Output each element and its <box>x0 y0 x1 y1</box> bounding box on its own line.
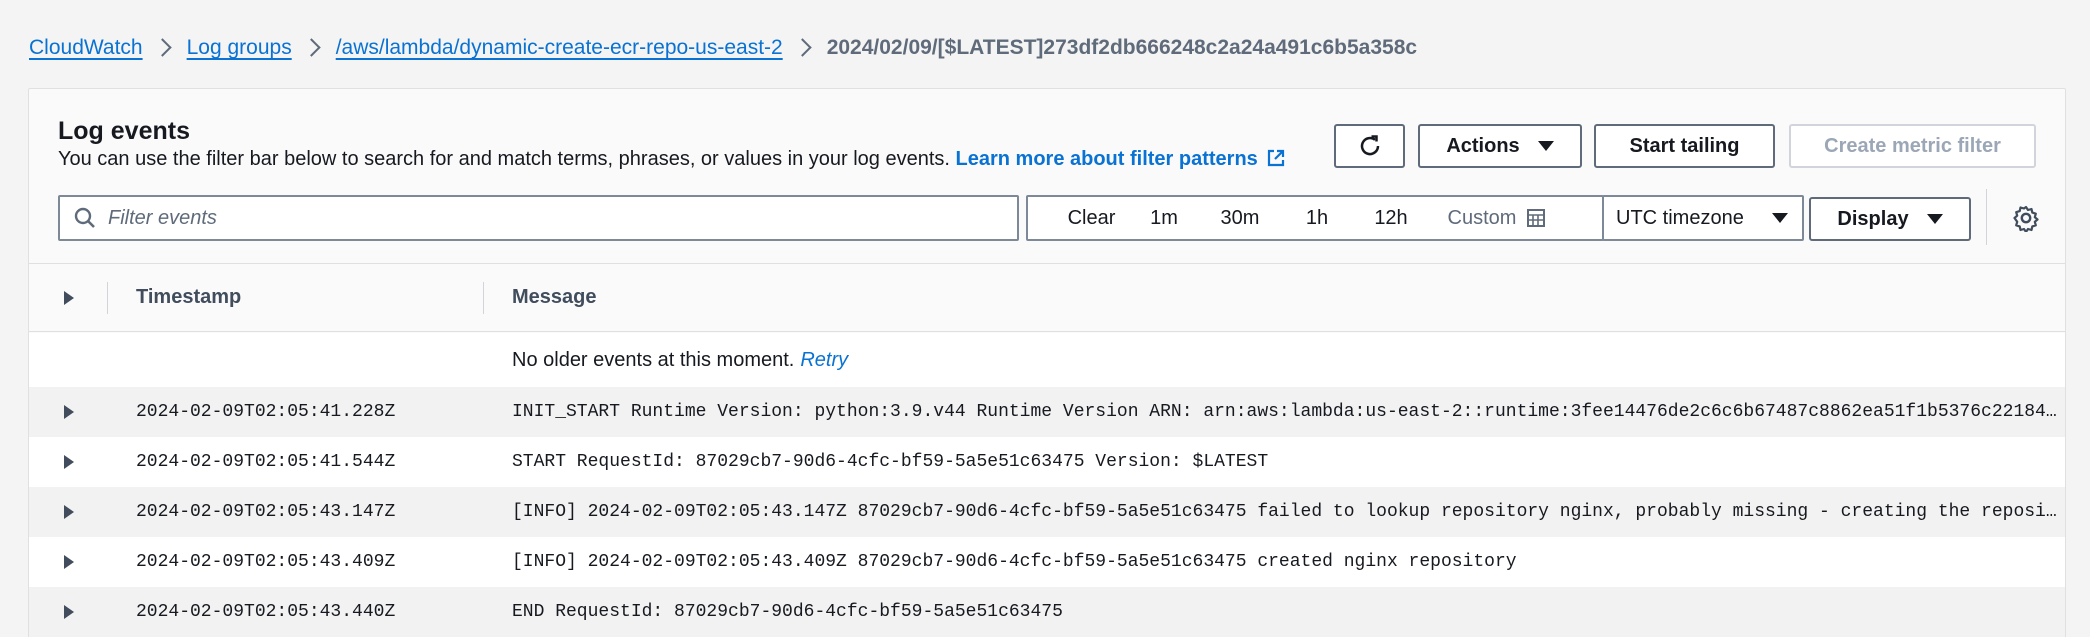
gear-icon <box>2013 205 2039 232</box>
breadcrumb-current-stream: 2024/02/09/[$LATEST]273df2db666248c2a24a… <box>826 36 1418 59</box>
column-divider <box>107 282 108 314</box>
expand-row-icon[interactable] <box>64 455 74 469</box>
column-header-timestamp[interactable]: Timestamp <box>136 264 241 331</box>
row-message-text: INIT_START Runtime Version: python:3.9.v… <box>512 402 2062 422</box>
caret-down-icon <box>1772 213 1788 223</box>
row-message-text: START RequestId: 87029cb7-90d6-4cfc-bf59… <box>512 452 1269 472</box>
range-30m[interactable]: 30m <box>1199 197 1281 239</box>
breadcrumb-log-groups[interactable]: Log groups <box>187 36 292 60</box>
table-row[interactable]: 2024-02-09T02:05:43.440Z END RequestId: … <box>29 587 2065 637</box>
panel-title: Log events <box>58 117 190 145</box>
range-clear[interactable]: Clear <box>1054 197 1129 239</box>
log-table-header: Timestamp Message <box>29 263 2065 332</box>
row-message: [INFO] 2024-02-09T02:05:43.147Z 87029cb7… <box>512 487 2062 537</box>
expand-row-icon[interactable] <box>64 605 74 619</box>
create-metric-filter-button: Create metric filter <box>1789 124 2036 168</box>
panel-description-text: You can use the filter bar below to sear… <box>58 148 950 170</box>
caret-down-icon <box>1537 141 1554 151</box>
timezone-value: UTC timezone <box>1616 206 1744 229</box>
range-custom-label: Custom <box>1447 206 1517 229</box>
panel-description: You can use the filter bar below to sear… <box>58 148 1286 171</box>
breadcrumb-cloudwatch[interactable]: CloudWatch <box>29 36 143 60</box>
refresh-icon <box>1360 135 1379 156</box>
row-message: [INFO] 2024-02-09T02:05:43.409Z 87029cb7… <box>512 537 2062 587</box>
toolbar-divider <box>1986 189 1987 245</box>
expand-row-icon[interactable] <box>64 505 74 519</box>
range-12h[interactable]: 12h <box>1353 197 1429 239</box>
breadcrumb-log-group[interactable]: /aws/lambda/dynamic-create-ecr-repo-us-e… <box>336 36 783 60</box>
row-timestamp: 2024-02-09T02:05:43.440Z <box>136 602 396 622</box>
row-message-text: [INFO] 2024-02-09T02:05:43.147Z 87029cb7… <box>512 502 2062 522</box>
learn-more-link[interactable]: Learn more about filter patterns <box>956 148 1286 170</box>
expand-row-icon[interactable] <box>64 405 74 419</box>
column-divider <box>483 282 484 314</box>
time-range-selector: Clear 1m 30m 1h 12h Custom <box>1026 195 1604 241</box>
refresh-button[interactable] <box>1334 124 1405 168</box>
filter-events-field[interactable] <box>58 195 1019 241</box>
no-older-events-row: No older events at this moment. Retry <box>29 333 2065 387</box>
table-row[interactable]: 2024-02-09T02:05:41.544Z START RequestId… <box>29 437 2065 487</box>
row-message-text: END RequestId: 87029cb7-90d6-4cfc-bf59-5… <box>512 602 1063 622</box>
no-older-events-message: No older events at this moment. Retry <box>512 333 848 387</box>
start-tailing-button[interactable]: Start tailing <box>1594 124 1775 168</box>
row-timestamp: 2024-02-09T02:05:41.228Z <box>136 402 396 422</box>
chevron-right-icon <box>783 30 827 66</box>
table-row[interactable]: 2024-02-09T02:05:43.147Z [INFO] 2024-02-… <box>29 487 2065 537</box>
table-row[interactable]: 2024-02-09T02:05:41.228Z INIT_START Runt… <box>29 387 2065 437</box>
row-message: START RequestId: 87029cb7-90d6-4cfc-bf59… <box>512 437 2062 487</box>
retry-link[interactable]: Retry <box>800 349 848 372</box>
display-button[interactable]: Display <box>1809 197 1971 241</box>
row-timestamp: 2024-02-09T02:05:41.544Z <box>136 452 396 472</box>
learn-more-label: Learn more about filter patterns <box>955 148 1258 170</box>
external-link-icon <box>1267 149 1284 167</box>
row-message: INIT_START Runtime Version: python:3.9.v… <box>512 387 2062 437</box>
chevron-right-icon <box>292 30 336 66</box>
no-older-events-text: No older events at this moment. <box>512 348 795 371</box>
row-timestamp: 2024-02-09T02:05:43.147Z <box>136 502 396 522</box>
range-1h[interactable]: 1h <box>1281 197 1353 239</box>
row-message: END RequestId: 87029cb7-90d6-4cfc-bf59-5… <box>512 587 2062 637</box>
actions-label: Actions <box>1446 134 1520 157</box>
breadcrumb: CloudWatch Log groups /aws/lambda/dynami… <box>29 30 1417 66</box>
range-custom[interactable]: Custom <box>1437 197 1557 239</box>
column-header-message[interactable]: Message <box>512 264 597 331</box>
row-message-text: [INFO] 2024-02-09T02:05:43.409Z 87029cb7… <box>512 552 1517 572</box>
range-1m[interactable]: 1m <box>1129 197 1199 239</box>
actions-button[interactable]: Actions <box>1418 124 1582 168</box>
expand-row-icon[interactable] <box>64 555 74 569</box>
expand-all-icon[interactable] <box>64 291 74 305</box>
table-row[interactable]: 2024-02-09T02:05:43.409Z [INFO] 2024-02-… <box>29 537 2065 587</box>
calendar-icon <box>1527 209 1546 227</box>
row-timestamp: 2024-02-09T02:05:43.409Z <box>136 552 396 572</box>
log-events-panel: Log events You can use the filter bar be… <box>28 88 2066 637</box>
filter-events-input[interactable] <box>108 206 988 230</box>
display-label: Display <box>1837 207 1909 230</box>
chevron-right-icon <box>143 30 187 66</box>
caret-down-icon <box>1926 214 1943 224</box>
timezone-select[interactable]: UTC timezone <box>1602 195 1804 241</box>
search-icon <box>74 207 95 228</box>
settings-button[interactable] <box>2009 201 2043 235</box>
